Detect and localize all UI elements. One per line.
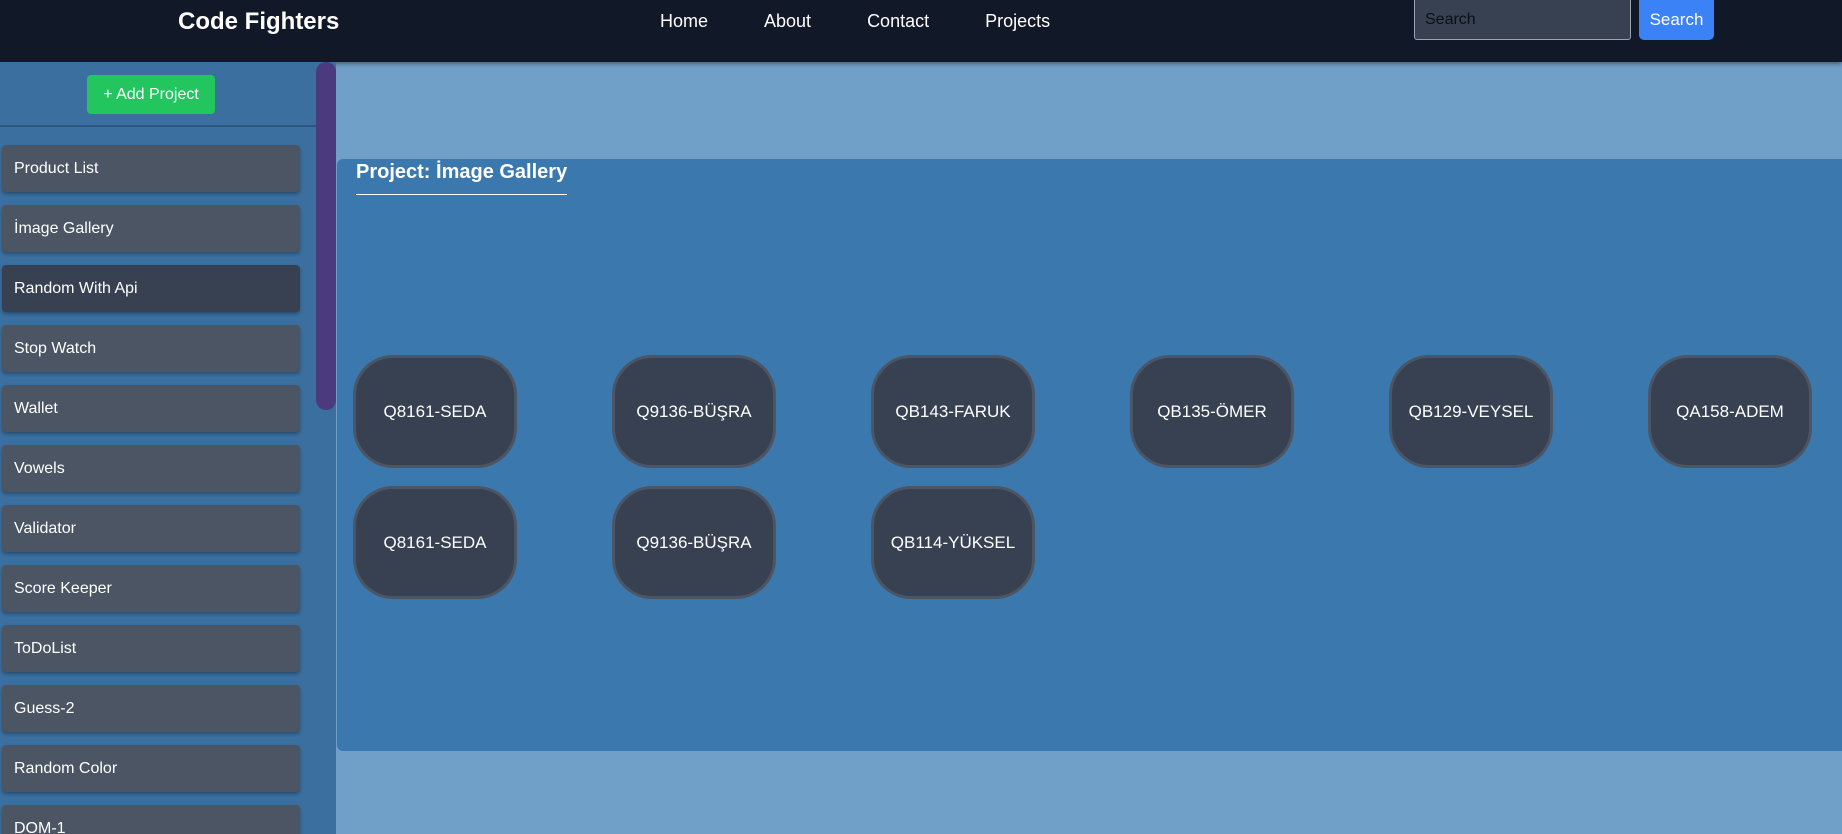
nav-links: Home About Contact Projects (660, 10, 1106, 32)
sidebar-item-random-color[interactable]: Random Color (2, 745, 300, 792)
page-title: Project: İmage Gallery (356, 161, 568, 195)
sidebar-item-image-gallery[interactable]: İmage Gallery (2, 205, 300, 252)
gallery-item[interactable]: Q8161-SEDA (353, 355, 517, 468)
search-button[interactable]: Search (1639, 0, 1714, 40)
gallery-item[interactable]: Q9136-BÜŞRA (612, 486, 776, 599)
nav-contact-link[interactable]: Contact (867, 10, 929, 32)
sidebar-item-product-list[interactable]: Product List (2, 145, 300, 192)
gallery-item[interactable]: QA158-ADEM (1648, 355, 1812, 468)
project-list: Product List İmage Gallery Random With A… (2, 145, 300, 834)
sidebar-item-dom-1[interactable]: DOM-1 (2, 805, 300, 834)
sidebar-item-stop-watch[interactable]: Stop Watch (2, 325, 300, 372)
sidebar-item-score-keeper[interactable]: Score Keeper (2, 565, 300, 612)
sidebar-item-validator[interactable]: Validator (2, 505, 300, 552)
sidebar-item-todolist[interactable]: ToDoList (2, 625, 300, 672)
gallery-item[interactable]: QB143-FARUK (871, 355, 1035, 468)
gallery-item[interactable]: QB129-VEYSEL (1389, 355, 1553, 468)
sidebar-item-random-with-api[interactable]: Random With Api (2, 265, 300, 312)
nav-projects-link[interactable]: Projects (985, 10, 1050, 32)
nav-about-link[interactable]: About (764, 10, 811, 32)
project-content-panel: Project: İmage Gallery Q8161-SEDA Q9136-… (337, 159, 1842, 751)
sidebar-header: + Add Project (0, 62, 316, 127)
brand-logo[interactable]: Code Fighters (178, 8, 339, 36)
sidebar-item-vowels[interactable]: Vowels (2, 445, 300, 492)
nav-home-link[interactable]: Home (660, 10, 708, 32)
sidebar-item-guess-2[interactable]: Guess-2 (2, 685, 300, 732)
gallery-item[interactable]: QB135-ÖMER (1130, 355, 1294, 468)
sidebar-item-wallet[interactable]: Wallet (2, 385, 300, 432)
gallery-item[interactable]: QB114-YÜKSEL (871, 486, 1035, 599)
gallery-item[interactable]: Q8161-SEDA (353, 486, 517, 599)
project-sidebar: + Add Project Product List İmage Gallery… (0, 62, 336, 834)
search-input[interactable] (1414, 0, 1631, 40)
sidebar-scrollbar[interactable] (316, 62, 336, 410)
top-navbar: Code Fighters Home About Contact Project… (0, 0, 1842, 62)
add-project-button[interactable]: + Add Project (87, 75, 215, 114)
gallery-item[interactable]: Q9136-BÜŞRA (612, 355, 776, 468)
